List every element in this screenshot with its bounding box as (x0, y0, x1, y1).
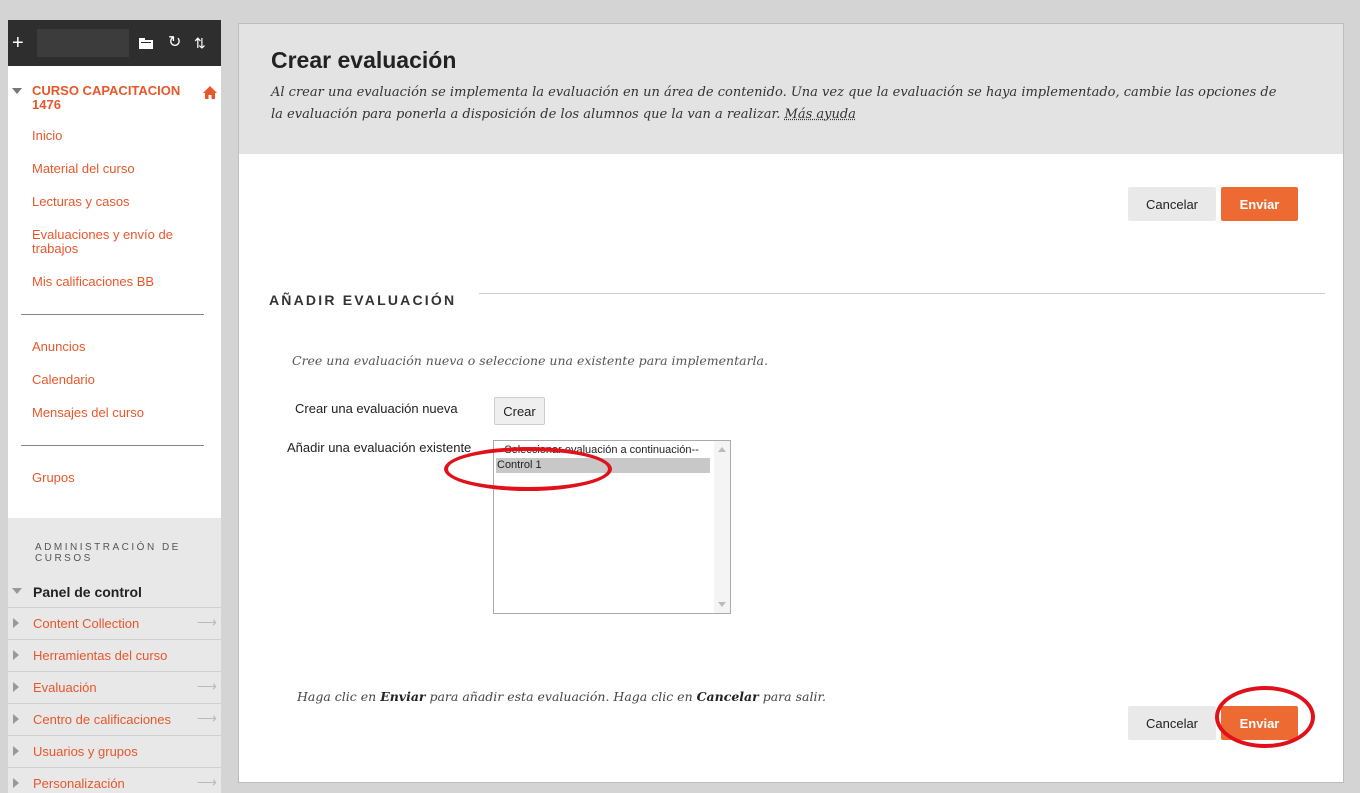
nav-link-lecturas[interactable]: Lecturas y casos (32, 195, 192, 209)
expand-triangle-icon (13, 682, 19, 692)
create-button[interactable]: Crear (494, 397, 545, 425)
section-divider (479, 293, 1325, 294)
arrow-right-icon: ⟶ (196, 678, 217, 694)
panel-item-label: Personalización (33, 776, 125, 791)
panel-item-herramientas[interactable]: Herramientas del curso (8, 639, 221, 671)
nav-group-course: Inicio Material del curso Lecturas y cas… (8, 129, 221, 289)
arrow-right-icon: ⟶ (196, 614, 217, 630)
course-menu-sidebar: + ↻ ⇅ CURSO CAPACITACION 1476 Inicio Mat… (8, 20, 221, 793)
new-assessment-label: Crear una evaluación nueva (295, 401, 458, 416)
course-administration: ADMINISTRACIÓN DE CURSOS Panel de contro… (8, 518, 221, 793)
nav-group-communication: Anuncios Calendario Mensajes del curso (8, 340, 221, 420)
panel-item-centro-calificaciones[interactable]: Centro de calificaciones ⟶ (8, 703, 221, 735)
footer-instruction: Haga clic en Enviar para añadir esta eva… (297, 689, 826, 704)
cancel-button-top[interactable]: Cancelar (1128, 187, 1216, 221)
nav-link-calificaciones[interactable]: Mis calificaciones BB (32, 275, 192, 289)
nav-divider (21, 314, 204, 315)
nav-group-groups: Grupos (8, 471, 221, 485)
nav-link-evaluaciones[interactable]: Evaluaciones y envío de trabajos (32, 228, 192, 256)
page-header: Crear evaluación Al crear una evaluación… (239, 24, 1343, 154)
section-title: AÑADIR EVALUACIÓN (269, 292, 457, 308)
page-description: Al crear una evaluación se implementa la… (271, 82, 1291, 126)
highlight-ellipse-submit (1215, 686, 1315, 748)
course-name[interactable]: CURSO CAPACITACION 1476 (32, 84, 182, 112)
footer-text: Haga clic en (297, 689, 381, 704)
listbox-scrollbar[interactable] (714, 441, 730, 613)
toolbar-placeholder (37, 29, 129, 57)
expand-triangle-icon (13, 650, 19, 660)
nav-link-material[interactable]: Material del curso (32, 162, 192, 176)
panel-item-evaluacion[interactable]: Evaluación ⟶ (8, 671, 221, 703)
panel-item-label: Usuarios y grupos (33, 744, 138, 759)
highlight-ellipse-control-1 (444, 447, 612, 491)
add-menu-item-icon[interactable]: + (12, 20, 24, 66)
footer-bold-cancel: Cancelar (696, 689, 759, 704)
footer-bold-submit: Enviar (380, 689, 426, 704)
scroll-down-icon[interactable] (718, 602, 726, 607)
course-header: CURSO CAPACITACION 1476 (8, 66, 221, 126)
admin-title: ADMINISTRACIÓN DE CURSOS (35, 542, 181, 564)
folder-view-icon[interactable] (139, 20, 153, 68)
submit-button-top[interactable]: Enviar (1221, 187, 1298, 221)
cancel-button-bottom[interactable]: Cancelar (1128, 706, 1216, 740)
nav-link-grupos[interactable]: Grupos (32, 471, 192, 485)
home-icon[interactable] (203, 86, 217, 100)
more-help-link[interactable]: Más ayuda (785, 107, 856, 122)
control-panel-title[interactable]: Panel de control (33, 584, 142, 600)
panel-item-personalizacion[interactable]: Personalización ⟶ (8, 767, 221, 793)
expand-triangle-icon (13, 778, 19, 788)
main-content: Crear evaluación Al crear una evaluación… (238, 23, 1344, 783)
expand-triangle-icon (13, 618, 19, 628)
arrow-right-icon: ⟶ (196, 710, 217, 726)
expand-triangle-icon (13, 746, 19, 756)
sort-icon[interactable]: ⇅ (194, 20, 206, 66)
arrow-right-icon: ⟶ (196, 774, 217, 790)
panel-item-label: Content Collection (33, 616, 140, 631)
footer-text: para añadir esta evaluación. Haga clic e… (425, 689, 697, 704)
nav-link-calendario[interactable]: Calendario (32, 373, 192, 387)
footer-text: para salir. (758, 689, 827, 704)
collapse-caret-icon[interactable] (12, 588, 22, 594)
panel-item-label: Herramientas del curso (33, 648, 168, 663)
sidebar-toolbar: + ↻ ⇅ (8, 20, 221, 66)
section-instruction: Cree una evaluación nueva o seleccione u… (292, 353, 768, 368)
collapse-caret-icon[interactable] (12, 88, 22, 94)
nav-link-inicio[interactable]: Inicio (32, 129, 192, 143)
refresh-icon[interactable]: ↻ (168, 20, 181, 66)
panel-item-label: Evaluación (33, 680, 97, 695)
scroll-up-icon[interactable] (718, 447, 726, 452)
expand-triangle-icon (13, 714, 19, 724)
panel-item-usuarios[interactable]: Usuarios y grupos (8, 735, 221, 767)
nav-link-mensajes[interactable]: Mensajes del curso (32, 406, 192, 420)
nav-divider (21, 445, 204, 446)
page-title: Crear evaluación (271, 47, 457, 73)
panel-item-label: Centro de calificaciones (33, 712, 172, 727)
panel-item-content-collection[interactable]: Content Collection ⟶ (8, 607, 221, 639)
existing-assessment-label: Añadir una evaluación existente (287, 440, 472, 455)
nav-link-anuncios[interactable]: Anuncios (32, 340, 192, 354)
description-text: Al crear una evaluación se implementa la… (271, 85, 1277, 122)
